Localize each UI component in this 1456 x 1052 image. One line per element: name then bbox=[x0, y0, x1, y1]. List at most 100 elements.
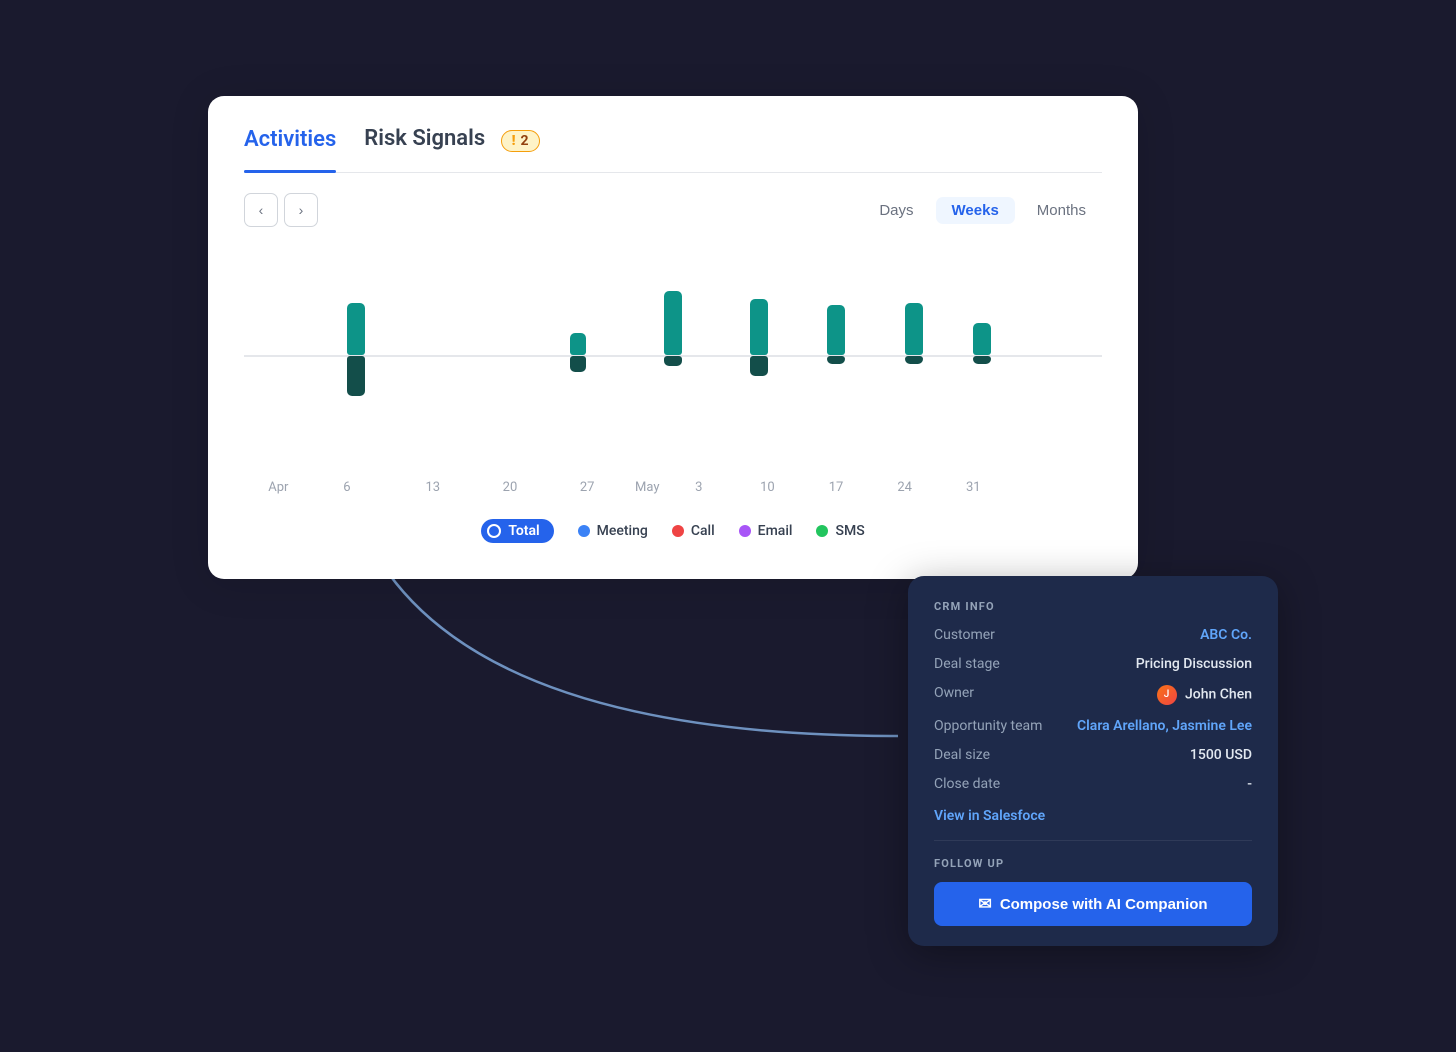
owner-label: Owner bbox=[934, 685, 1044, 701]
crm-row-deal-size: Deal size 1500 USD bbox=[934, 747, 1252, 763]
bar-top-1 bbox=[347, 303, 365, 355]
activities-card: Activities Risk Signals ! 2 ‹ › Days Wee… bbox=[208, 96, 1138, 579]
legend-call[interactable]: Call bbox=[672, 523, 715, 539]
tab-activities[interactable]: Activities bbox=[244, 127, 336, 162]
bar-group-3b bbox=[664, 355, 682, 366]
bar-top-4 bbox=[750, 299, 768, 355]
bar-top-2 bbox=[570, 333, 586, 355]
bar-bottom-2 bbox=[570, 356, 586, 372]
crm-divider bbox=[934, 840, 1252, 841]
deal-stage-label: Deal stage bbox=[934, 656, 1044, 672]
call-dot bbox=[672, 525, 684, 537]
bar-bottom-4 bbox=[750, 356, 768, 376]
nav-buttons: ‹ › bbox=[244, 193, 318, 227]
bar-group-7 bbox=[973, 323, 991, 355]
compose-icon: ✉ bbox=[978, 894, 991, 914]
bar-top-6 bbox=[905, 303, 923, 355]
bar-bottom-3 bbox=[664, 356, 682, 366]
bar-group-6 bbox=[905, 303, 923, 355]
bar-group-7b bbox=[973, 355, 991, 364]
x-label-apr: Apr bbox=[268, 480, 288, 495]
risk-badge: ! 2 bbox=[501, 130, 540, 152]
close-date-value: - bbox=[1056, 776, 1252, 792]
bar-top-5 bbox=[827, 305, 845, 355]
crm-row-owner: Owner J John Chen bbox=[934, 685, 1252, 705]
tabs-row: Activities Risk Signals ! 2 bbox=[244, 126, 1102, 173]
crm-row-close-date: Close date - bbox=[934, 776, 1252, 792]
scene: Activities Risk Signals ! 2 ‹ › Days Wee… bbox=[178, 76, 1278, 976]
deal-stage-value: Pricing Discussion bbox=[1056, 656, 1252, 672]
risk-excl-icon: ! bbox=[512, 133, 516, 149]
owner-value: J John Chen bbox=[1056, 685, 1252, 705]
email-dot bbox=[739, 525, 751, 537]
x-label-24: 24 bbox=[897, 480, 912, 495]
x-label-13: 13 bbox=[425, 480, 440, 495]
crm-row-deal-stage: Deal stage Pricing Discussion bbox=[934, 656, 1252, 672]
bar-group-2b bbox=[570, 355, 586, 372]
bar-group-5 bbox=[827, 305, 845, 355]
view-days-button[interactable]: Days bbox=[863, 197, 929, 224]
legend-email[interactable]: Email bbox=[739, 523, 793, 539]
call-label: Call bbox=[691, 523, 715, 539]
salesforce-link[interactable]: View in Salesfoce bbox=[934, 808, 1045, 824]
bar-group-1b bbox=[347, 355, 365, 396]
x-label-17: 17 bbox=[829, 480, 844, 495]
deal-size-label: Deal size bbox=[934, 747, 1044, 763]
total-icon bbox=[487, 524, 501, 538]
crm-row-customer: Customer ABC Co. bbox=[934, 627, 1252, 643]
deal-size-value: 1500 USD bbox=[1056, 747, 1252, 763]
tab-risk-signals[interactable]: Risk Signals ! 2 bbox=[364, 126, 539, 162]
bar-bottom-5 bbox=[827, 356, 845, 364]
close-date-label: Close date bbox=[934, 776, 1044, 792]
bar-group-4b bbox=[750, 355, 768, 376]
bar-top-3 bbox=[664, 291, 682, 355]
opp-team-label: Opportunity team bbox=[934, 718, 1044, 734]
bar-top-7 bbox=[973, 323, 991, 355]
bar-bottom-6 bbox=[905, 356, 923, 364]
email-label: Email bbox=[758, 523, 793, 539]
bar-group-3 bbox=[664, 291, 682, 355]
customer-value[interactable]: ABC Co. bbox=[1056, 627, 1252, 643]
controls-row: ‹ › Days Weeks Months bbox=[244, 193, 1102, 227]
opp-team-value[interactable]: Clara Arellano, Jasmine Lee bbox=[1056, 718, 1252, 734]
legend-sms[interactable]: SMS bbox=[816, 523, 864, 539]
x-label-27: 27 bbox=[580, 480, 595, 495]
meeting-label: Meeting bbox=[597, 523, 648, 539]
meeting-dot bbox=[578, 525, 590, 537]
customer-label: Customer bbox=[934, 627, 1044, 643]
view-months-button[interactable]: Months bbox=[1021, 197, 1102, 224]
bar-group-4 bbox=[750, 299, 768, 355]
bar-group-2 bbox=[570, 333, 586, 355]
x-label-6: 6 bbox=[343, 480, 350, 495]
prev-button[interactable]: ‹ bbox=[244, 193, 278, 227]
legend-meeting[interactable]: Meeting bbox=[578, 523, 648, 539]
risk-count: 2 bbox=[520, 133, 528, 149]
bar-group-6b bbox=[905, 355, 923, 364]
compose-label: Compose with AI Companion bbox=[1000, 896, 1208, 913]
sms-label: SMS bbox=[835, 523, 864, 539]
owner-avatar: J bbox=[1157, 685, 1177, 705]
bar-bottom-1 bbox=[347, 356, 365, 396]
total-label: Total bbox=[508, 523, 539, 539]
view-weeks-button[interactable]: Weeks bbox=[936, 197, 1015, 224]
x-label-10: 10 bbox=[760, 480, 775, 495]
next-button[interactable]: › bbox=[284, 193, 318, 227]
x-label-20: 20 bbox=[503, 480, 518, 495]
follow-up-label: FOLLOW UP bbox=[934, 857, 1252, 870]
crm-section-label: CRM INFO bbox=[934, 600, 1252, 613]
crm-row-opp-team: Opportunity team Clara Arellano, Jasmine… bbox=[934, 718, 1252, 734]
crm-card: CRM INFO Customer ABC Co. Deal stage Pri… bbox=[908, 576, 1278, 946]
bar-group-1 bbox=[347, 303, 365, 355]
x-label-may: May bbox=[635, 480, 659, 495]
chart-area bbox=[244, 245, 1102, 465]
view-toggle: Days Weeks Months bbox=[863, 197, 1102, 224]
x-axis: Apr 6 13 20 27 May 3 10 17 24 31 bbox=[244, 473, 1102, 501]
x-label-31: 31 bbox=[966, 480, 981, 495]
legend-total[interactable]: Total bbox=[481, 519, 553, 543]
bar-group-5b bbox=[827, 355, 845, 364]
chart-legend: Total Meeting Call Email SMS bbox=[244, 519, 1102, 543]
x-label-3: 3 bbox=[695, 480, 702, 495]
bar-bottom-7 bbox=[973, 356, 991, 364]
compose-button[interactable]: ✉ Compose with AI Companion bbox=[934, 882, 1252, 926]
sms-dot bbox=[816, 525, 828, 537]
